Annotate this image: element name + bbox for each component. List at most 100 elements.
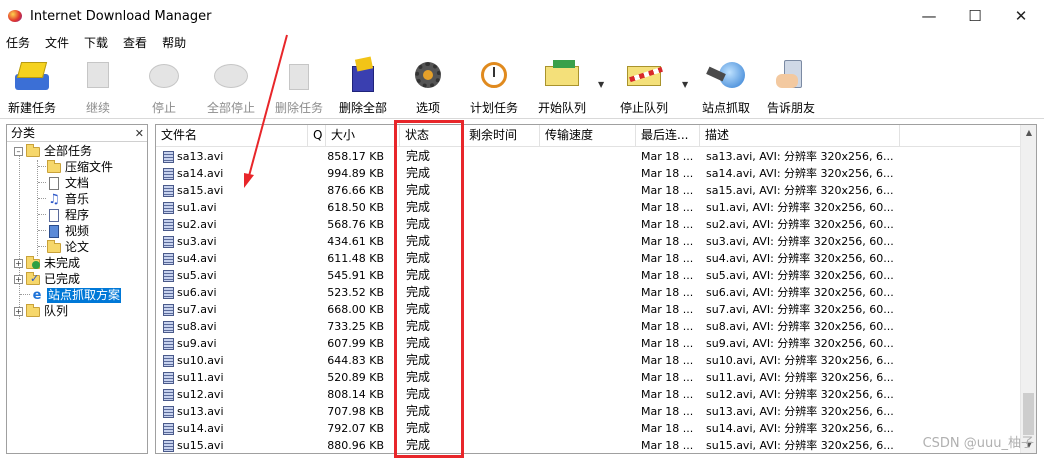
table-row[interactable]: su1.avi 618.50 KB 完成 Mar 18 ... su1.avi, AVI… xyxy=(156,199,1022,216)
video-film-icon xyxy=(47,224,61,238)
tree-item-all-tasks[interactable]: – 全部任务 xyxy=(14,143,93,159)
table-row[interactable]: su2.avi 568.76 KB 完成 Mar 18 ... su2.avi, AVI… xyxy=(156,216,1022,233)
stop-all-button[interactable]: 全部停止 xyxy=(202,53,260,119)
cell-description: su14.avi, AVI: 分辨率 320x256, 6... xyxy=(706,422,894,435)
stop-button[interactable]: 停止 xyxy=(138,53,190,119)
table-row[interactable]: su3.avi 434.61 KB 完成 Mar 18 ... su3.avi, AVI… xyxy=(156,233,1022,250)
start-queue-dropdown-icon[interactable]: ▼ xyxy=(598,80,604,89)
cell-description: su13.avi, AVI: 分辨率 320x256, 6... xyxy=(706,405,894,418)
cell-status: 完成 xyxy=(406,149,431,163)
expand-icon[interactable]: + xyxy=(14,274,23,284)
cell-size: 876.66 KB xyxy=(327,184,384,197)
column-last-try[interactable]: 最后连... xyxy=(636,125,700,147)
sidebar-close-icon[interactable]: ✕ xyxy=(135,126,144,142)
scroll-up-icon[interactable]: ▲ xyxy=(1021,125,1036,141)
new-task-button[interactable]: 新建任务 xyxy=(6,53,58,119)
cell-size: 607.99 KB xyxy=(327,337,384,350)
column-size[interactable]: 大小 xyxy=(326,125,400,147)
cell-size: 880.96 KB xyxy=(327,439,384,452)
cell-status: 完成 xyxy=(406,370,431,384)
column-q[interactable]: Q xyxy=(308,125,326,147)
cell-last-try: Mar 18 ... xyxy=(641,269,694,282)
maximize-button[interactable]: ☐ xyxy=(952,0,998,32)
cell-file-name: su1.avi xyxy=(177,201,217,214)
menu-view[interactable]: 查看 xyxy=(123,34,147,51)
tell-friend-button[interactable]: 告诉朋友 xyxy=(764,53,818,119)
folder-check-icon: ✓ xyxy=(26,271,40,286)
cell-file-name: sa15.avi xyxy=(177,184,224,197)
video-file-icon xyxy=(163,236,174,248)
tree-item-video[interactable]: 视频 xyxy=(47,223,90,239)
cell-size: 568.76 KB xyxy=(327,218,384,231)
table-row[interactable]: su13.avi 707.98 KB 完成 Mar 18 ... su13.avi, A… xyxy=(156,403,1022,420)
program-icon xyxy=(47,208,61,222)
tree-item-documents[interactable]: 文档 xyxy=(47,175,90,191)
cell-size: 808.14 KB xyxy=(327,388,384,401)
scroll-thumb[interactable] xyxy=(1023,393,1034,435)
menu-downloads[interactable]: 下载 xyxy=(84,34,108,51)
cell-file-name: su12.avi xyxy=(177,388,224,401)
menu-help[interactable]: 帮助 xyxy=(162,34,186,51)
video-file-icon xyxy=(163,423,174,435)
delete-task-button[interactable]: 删除任务 xyxy=(270,53,328,119)
column-status[interactable]: 状态 xyxy=(400,125,464,147)
scheduler-button[interactable]: 计划任务 xyxy=(466,53,522,119)
column-time-left[interactable]: 剩余时间 xyxy=(464,125,540,147)
start-queue-button[interactable]: 开始队列 xyxy=(532,53,592,119)
column-file-name[interactable]: 文件名 xyxy=(156,125,308,147)
table-row[interactable]: sa14.avi 994.89 KB 完成 Mar 18 ... sa14.avi, A… xyxy=(156,165,1022,182)
table-row[interactable]: su14.avi 792.07 KB 完成 Mar 18 ... su14.avi, A… xyxy=(156,420,1022,437)
site-grabber-button[interactable]: 站点抓取 xyxy=(698,53,754,119)
tree-item-programs[interactable]: 程序 xyxy=(47,207,90,223)
tree-item-grabber-projects[interactable]: e 站点抓取方案 xyxy=(30,287,122,303)
table-row[interactable]: su9.avi 607.99 KB 完成 Mar 18 ... su9.avi, AVI… xyxy=(156,335,1022,352)
cell-file-name: su14.avi xyxy=(177,422,224,435)
menu-bar: 任务 文件 下载 查看 帮助 xyxy=(0,32,1044,52)
table-row[interactable]: su12.avi 808.14 KB 完成 Mar 18 ... su12.avi, A… xyxy=(156,386,1022,403)
stop-queue-button[interactable]: 停止队列 xyxy=(614,53,674,119)
cell-description: su8.avi, AVI: 分辨率 320x256, 60... xyxy=(706,320,894,333)
expand-icon[interactable]: + xyxy=(14,306,23,316)
expand-icon[interactable]: + xyxy=(14,258,23,268)
table-row[interactable]: su7.avi 668.00 KB 完成 Mar 18 ... su7.avi, AVI… xyxy=(156,301,1022,318)
music-note-icon: ♫ xyxy=(48,191,60,207)
table-row[interactable]: su4.avi 611.48 KB 完成 Mar 18 ... su4.avi, AVI… xyxy=(156,250,1022,267)
table-row[interactable]: sa15.avi 876.66 KB 完成 Mar 18 ... sa15.avi, A… xyxy=(156,182,1022,199)
cell-description: su9.avi, AVI: 分辨率 320x256, 60... xyxy=(706,337,894,350)
collapse-icon[interactable]: – xyxy=(14,146,23,156)
cell-last-try: Mar 18 ... xyxy=(641,150,694,163)
close-button[interactable]: ✕ xyxy=(998,0,1044,32)
tree-item-music[interactable]: ♫ 音乐 xyxy=(47,191,90,207)
table-row[interactable]: su5.avi 545.91 KB 完成 Mar 18 ... su5.avi, AVI… xyxy=(156,267,1022,284)
tree-item-queues[interactable]: + 队列 xyxy=(14,303,69,319)
tree-item-unfinished[interactable]: + 未完成 xyxy=(14,255,81,271)
stop-queue-dropdown-icon[interactable]: ▼ xyxy=(682,80,688,89)
delete-all-button[interactable]: 删除全部 xyxy=(334,53,392,119)
menu-file[interactable]: 文件 xyxy=(45,34,69,51)
category-sidebar: 分类 ✕ – 全部任务 压缩文件 文档 ♫ 音乐 程序 视频 论文 + 未完成 … xyxy=(6,124,148,454)
table-row[interactable]: su8.avi 733.25 KB 完成 Mar 18 ... su8.avi, AVI… xyxy=(156,318,1022,335)
column-speed[interactable]: 传输速度 xyxy=(540,125,636,147)
resume-button[interactable]: 继续 xyxy=(72,53,124,119)
table-row[interactable]: su15.avi 880.96 KB 完成 Mar 18 ... su15.avi, A… xyxy=(156,437,1022,453)
folder-icon xyxy=(26,303,40,318)
options-button[interactable]: 选项 xyxy=(406,53,450,119)
sidebar-header: 分类 ✕ xyxy=(7,125,147,142)
tree-item-finished[interactable]: + ✓ 已完成 xyxy=(14,271,81,287)
table-row[interactable]: su6.avi 523.52 KB 完成 Mar 18 ... su6.avi, AVI… xyxy=(156,284,1022,301)
stop-all-icon xyxy=(210,56,252,96)
table-row[interactable]: sa13.avi 858.17 KB 完成 Mar 18 ... sa13.avi, A… xyxy=(156,148,1022,165)
tree-item-compressed[interactable]: 压缩文件 xyxy=(47,159,114,175)
cell-status: 完成 xyxy=(406,319,431,333)
table-row[interactable]: su10.avi 644.83 KB 完成 Mar 18 ... su10.avi, A… xyxy=(156,352,1022,369)
table-row[interactable]: su11.avi 520.89 KB 完成 Mar 18 ... su11.avi, A… xyxy=(156,369,1022,386)
menu-tasks[interactable]: 任务 xyxy=(6,34,30,51)
cell-description: su4.avi, AVI: 分辨率 320x256, 60... xyxy=(706,252,894,265)
cell-last-try: Mar 18 ... xyxy=(641,286,694,299)
cell-file-name: su6.avi xyxy=(177,286,217,299)
cell-description: su2.avi, AVI: 分辨率 320x256, 60... xyxy=(706,218,894,231)
minimize-button[interactable]: — xyxy=(906,0,952,32)
column-description[interactable]: 描述 xyxy=(700,125,900,147)
tree-item-papers[interactable]: 论文 xyxy=(47,239,90,255)
vertical-scrollbar[interactable]: ▲ ▼ xyxy=(1020,125,1036,453)
